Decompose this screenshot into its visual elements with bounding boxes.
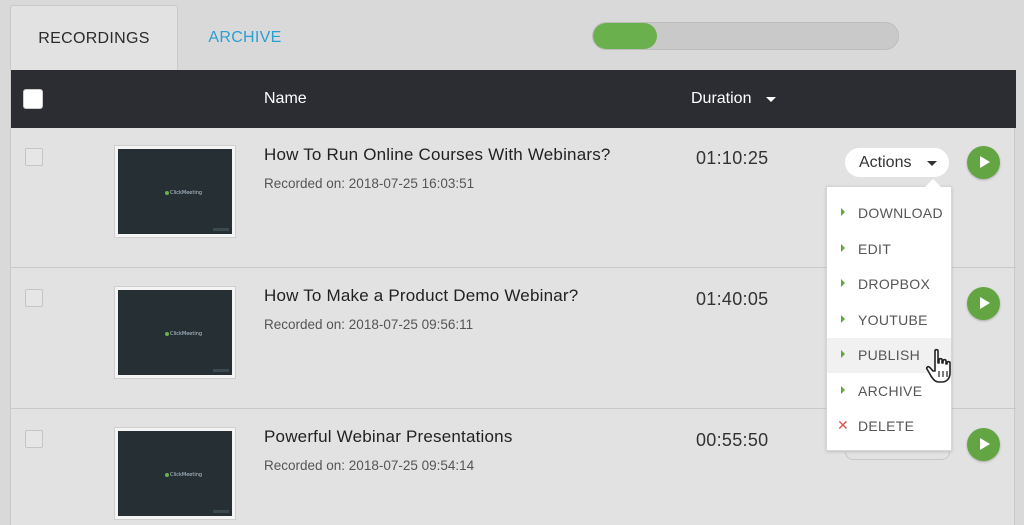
bullet-icon	[841, 243, 845, 252]
recording-duration: 01:10:25	[696, 148, 769, 168]
recording-thumbnail[interactable]: ClickMeeting	[114, 427, 236, 520]
recorded-on: Recorded on: 2018-07-25 09:56:11	[264, 317, 474, 332]
play-button[interactable]	[967, 287, 1000, 320]
chevron-down-icon	[927, 161, 937, 166]
row-checkbox[interactable]	[25, 430, 43, 448]
recording-thumbnail[interactable]: ClickMeeting	[114, 286, 236, 379]
tab-recordings[interactable]: RECORDINGS	[10, 5, 178, 70]
hand-pointer-icon	[925, 348, 951, 383]
recorded-on: Recorded on: 2018-07-25 09:54:14	[264, 458, 475, 473]
recording-thumbnail[interactable]: ClickMeeting	[114, 145, 236, 238]
table-header: Name Duration	[11, 70, 1016, 128]
menu-item-download[interactable]: DOWNLOAD	[827, 196, 951, 231]
recording-title[interactable]: How To Make a Product Demo Webinar?	[264, 286, 578, 306]
thumbnail-logo-icon: ClickMeeting	[165, 472, 202, 478]
menu-item-youtube[interactable]: YOUTUBE	[827, 303, 951, 338]
bullet-icon	[841, 279, 845, 287]
bullet-icon	[841, 208, 845, 216]
play-icon	[980, 297, 990, 309]
menu-item-edit[interactable]: EDIT	[827, 232, 951, 267]
play-icon	[980, 438, 990, 450]
recording-duration: 01:40:05	[696, 289, 769, 309]
play-button[interactable]	[967, 146, 1000, 179]
bullet-icon	[841, 350, 845, 358]
column-header-duration[interactable]: Duration	[691, 90, 751, 108]
select-all-checkbox[interactable]	[23, 89, 43, 109]
actions-label: Actions	[859, 154, 912, 171]
close-icon: ✕	[837, 418, 850, 434]
thumbnail-logo-icon: ClickMeeting	[165, 190, 202, 196]
play-button[interactable]	[967, 428, 1000, 461]
actions-dropdown-button[interactable]: Actions	[844, 147, 950, 178]
row-checkbox[interactable]	[25, 289, 43, 307]
row-checkbox[interactable]	[25, 148, 43, 166]
play-icon	[980, 156, 990, 168]
actions-menu: DOWNLOAD EDIT DROPBOX YOUTUBE PUBLISH AR…	[826, 179, 952, 451]
bullet-icon	[841, 385, 845, 394]
thumbnail-logo-icon: ClickMeeting	[165, 331, 202, 337]
recording-title[interactable]: How To Run Online Courses With Webinars?	[264, 145, 611, 165]
storage-progress-bar	[592, 22, 899, 50]
bullet-icon	[841, 314, 845, 323]
tab-archive[interactable]: ARCHIVE	[178, 5, 312, 70]
recording-title[interactable]: Powerful Webinar Presentations	[264, 427, 513, 447]
actions-button-partial[interactable]	[845, 452, 950, 460]
menu-item-delete[interactable]: ✕ DELETE	[827, 409, 951, 444]
sort-caret-down-icon[interactable]	[766, 97, 776, 102]
menu-item-dropbox[interactable]: DROPBOX	[827, 267, 951, 302]
recording-duration: 00:55:50	[696, 430, 769, 450]
recorded-on: Recorded on: 2018-07-25 16:03:51	[264, 176, 475, 191]
column-header-name[interactable]: Name	[264, 90, 307, 108]
progress-fill	[593, 23, 658, 49]
